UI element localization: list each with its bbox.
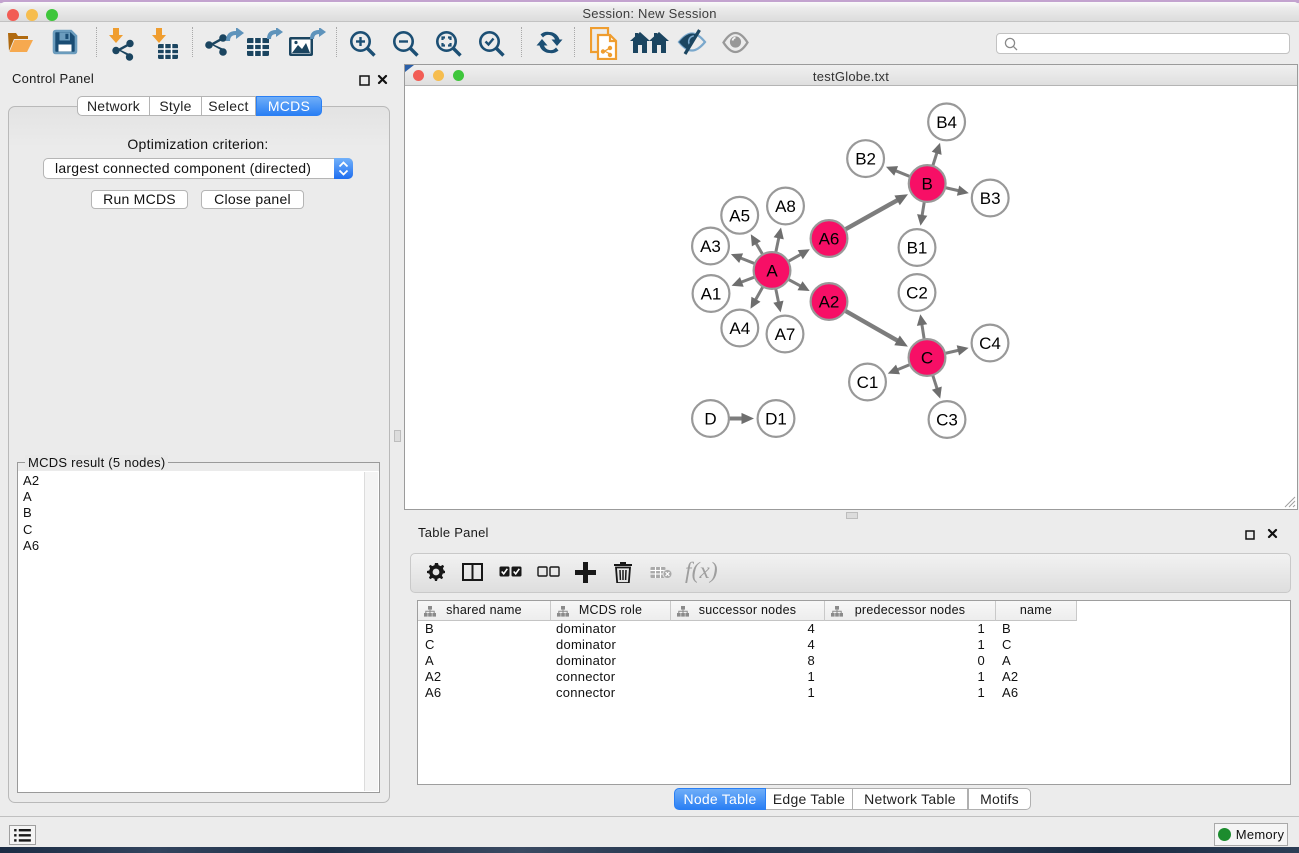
svg-text:D1: D1 bbox=[765, 410, 787, 429]
svg-text:C2: C2 bbox=[906, 284, 928, 303]
svg-text:B2: B2 bbox=[855, 150, 876, 169]
svg-text:A8: A8 bbox=[775, 197, 796, 216]
svg-text:B: B bbox=[922, 175, 933, 194]
svg-text:A6: A6 bbox=[819, 230, 840, 249]
svg-text:B4: B4 bbox=[936, 113, 957, 132]
svg-text:D: D bbox=[704, 410, 716, 429]
svg-text:C: C bbox=[921, 349, 933, 368]
svg-text:C3: C3 bbox=[936, 411, 958, 430]
svg-text:B1: B1 bbox=[907, 239, 928, 258]
svg-text:B3: B3 bbox=[980, 189, 1001, 208]
svg-text:A1: A1 bbox=[701, 285, 722, 304]
svg-text:A: A bbox=[766, 262, 778, 281]
svg-text:A7: A7 bbox=[775, 325, 796, 344]
svg-text:C1: C1 bbox=[857, 373, 879, 392]
svg-text:C4: C4 bbox=[979, 334, 1001, 353]
svg-text:A5: A5 bbox=[729, 206, 750, 225]
svg-text:A2: A2 bbox=[819, 293, 840, 312]
svg-text:A3: A3 bbox=[700, 237, 721, 256]
svg-text:A4: A4 bbox=[729, 319, 750, 338]
